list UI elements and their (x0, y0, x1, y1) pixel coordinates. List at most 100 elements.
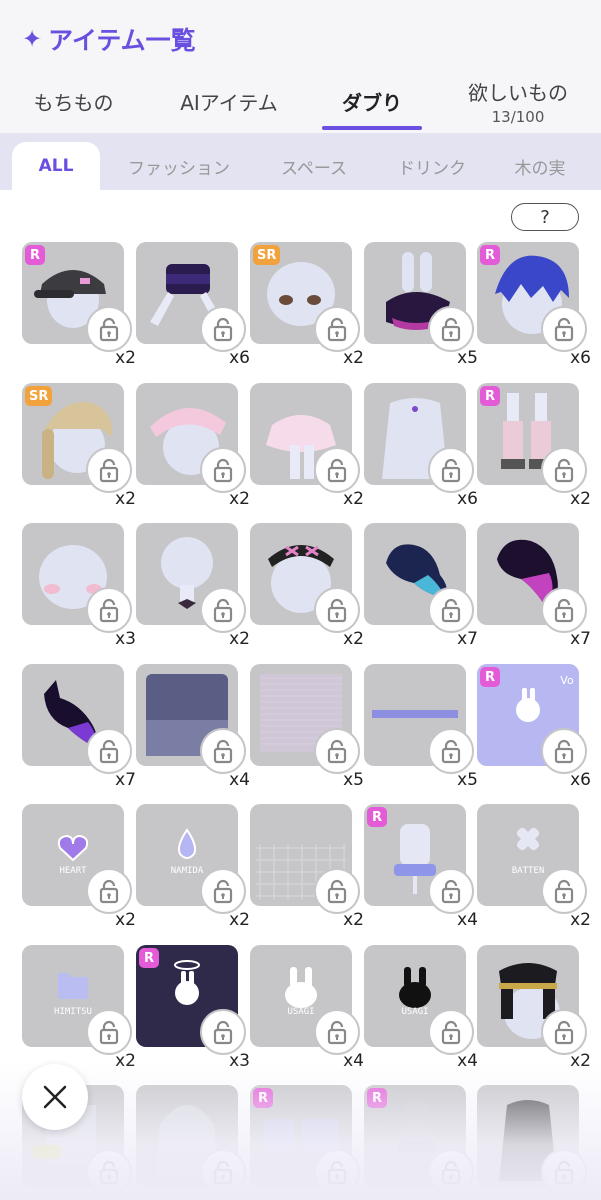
item-count: x4 (229, 770, 250, 790)
item-count: x6 (457, 489, 478, 509)
item-count: x6 (229, 348, 250, 368)
lock-icon[interactable] (200, 447, 246, 493)
lock-icon[interactable] (428, 1009, 474, 1055)
item-count: x2 (343, 489, 364, 509)
lock-icon[interactable] (86, 1149, 132, 1195)
item-count: x2 (115, 348, 136, 368)
item-card[interactable]: BATTEN x2 (477, 804, 591, 932)
item-card[interactable]: Vo Rx6 (477, 664, 591, 792)
lock-icon[interactable] (541, 868, 587, 914)
item-card[interactable]: x2 (136, 383, 250, 511)
item-count: x2 (115, 489, 136, 509)
item-count: x6 (570, 348, 591, 368)
item-card[interactable]: SR x2 (22, 383, 136, 511)
item-card[interactable]: x2 (136, 523, 250, 651)
item-card[interactable]: NAMIDA x2 (136, 804, 250, 932)
lock-icon[interactable] (541, 587, 587, 633)
lock-icon[interactable] (428, 868, 474, 914)
lock-icon[interactable] (428, 306, 474, 352)
lock-icon[interactable] (541, 1149, 587, 1195)
item-card[interactable]: x4 (136, 664, 250, 792)
item-card[interactable]: x5 (364, 664, 478, 792)
item-card[interactable]: R (250, 1085, 364, 1200)
item-count: x2 (229, 910, 250, 930)
item-count: x2 (343, 629, 364, 649)
item-count: x2 (570, 910, 591, 930)
item-card[interactable]: R (364, 1085, 478, 1200)
lock-icon[interactable] (428, 728, 474, 774)
lock-icon[interactable] (200, 1009, 246, 1055)
lock-icon[interactable] (541, 447, 587, 493)
item-count: x2 (343, 910, 364, 930)
item-count: x2 (570, 1051, 591, 1071)
lock-icon[interactable] (314, 306, 360, 352)
lock-icon[interactable] (200, 1149, 246, 1195)
rarity-badge: SR (253, 245, 281, 265)
item-card[interactable]: SR x2 (250, 242, 364, 370)
lock-icon[interactable] (200, 868, 246, 914)
lock-icon[interactable] (86, 306, 132, 352)
item-card[interactable]: x7 (364, 523, 478, 651)
item-count: x7 (115, 770, 136, 790)
item-card[interactable]: x6 (136, 242, 250, 370)
item-count: x6 (570, 770, 591, 790)
lock-icon[interactable] (200, 728, 246, 774)
lock-icon[interactable] (200, 587, 246, 633)
lock-icon[interactable] (86, 1009, 132, 1055)
lock-icon[interactable] (428, 447, 474, 493)
rarity-badge: R (367, 807, 387, 827)
lock-icon[interactable] (314, 587, 360, 633)
item-card[interactable]: x5 (364, 242, 478, 370)
item-count: x5 (457, 348, 478, 368)
item-card[interactable]: x6 (364, 383, 478, 511)
item-card[interactable]: x7 (477, 523, 591, 651)
item-count: x3 (115, 629, 136, 649)
lock-icon[interactable] (541, 728, 587, 774)
item-card[interactable]: Rx2 (477, 383, 591, 511)
lock-icon[interactable] (314, 868, 360, 914)
close-button[interactable] (22, 1064, 88, 1130)
lock-icon[interactable] (200, 306, 246, 352)
item-card[interactable]: x2 (250, 383, 364, 511)
lock-icon[interactable] (86, 447, 132, 493)
item-card[interactable] (136, 1085, 250, 1200)
lock-icon[interactable] (428, 1149, 474, 1195)
lock-icon[interactable] (428, 587, 474, 633)
rarity-badge: R (253, 1088, 273, 1108)
item-count: x2 (570, 489, 591, 509)
item-count: x3 (229, 1051, 250, 1071)
item-card[interactable]: x7 (22, 664, 136, 792)
item-card[interactable]: Rx2 (22, 242, 136, 370)
item-count: x7 (457, 629, 478, 649)
item-card[interactable]: Rx6 (477, 242, 591, 370)
item-card[interactable]: x2 (250, 804, 364, 932)
item-grid: Rx2 x6 SR x2 x5 Rx6 SR x2 x2 x2 x6 Rx2 x3 x2 x2 x7 x7 x7 x… (0, 0, 601, 1200)
lock-icon[interactable] (314, 447, 360, 493)
svg-text:Vo: Vo (560, 674, 574, 687)
item-card[interactable]: Rx4 (364, 804, 478, 932)
lock-icon[interactable] (541, 1009, 587, 1055)
rarity-badge: R (480, 245, 500, 265)
item-card[interactable] (477, 1085, 591, 1200)
lock-icon[interactable] (86, 868, 132, 914)
item-count: x4 (457, 1051, 478, 1071)
item-card[interactable]: x2 (477, 945, 591, 1073)
item-card[interactable]: USAGI x4 (364, 945, 478, 1073)
lock-icon[interactable] (541, 306, 587, 352)
item-card[interactable]: x2 (250, 523, 364, 651)
item-card[interactable]: HIMITSU x2 (22, 945, 136, 1073)
lock-icon[interactable] (86, 728, 132, 774)
item-count: x2 (343, 348, 364, 368)
lock-icon[interactable] (314, 728, 360, 774)
item-card[interactable]: HEART x2 (22, 804, 136, 932)
item-count: x2 (115, 1051, 136, 1071)
item-card[interactable]: USAGI x4 (250, 945, 364, 1073)
lock-icon[interactable] (86, 587, 132, 633)
lock-icon[interactable] (314, 1009, 360, 1055)
rarity-badge: SR (25, 386, 53, 406)
item-card[interactable]: x3 (22, 523, 136, 651)
lock-icon[interactable] (314, 1149, 360, 1195)
item-count: x2 (115, 910, 136, 930)
item-card[interactable]: x5 (250, 664, 364, 792)
item-card[interactable]: Rx3 (136, 945, 250, 1073)
